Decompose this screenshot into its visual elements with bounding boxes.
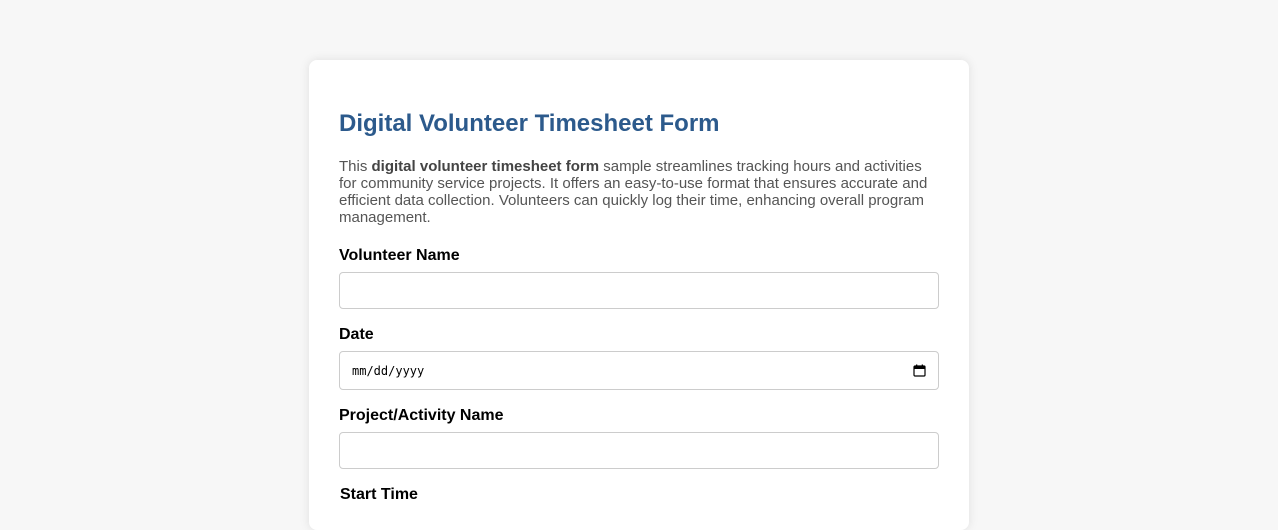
form-description: This digital volunteer timesheet form sa…: [339, 158, 939, 226]
date-input[interactable]: mm/dd/yyyy: [339, 351, 939, 390]
project-name-input[interactable]: [339, 432, 939, 469]
calendar-icon[interactable]: [913, 364, 926, 377]
description-prefix: This: [339, 158, 372, 175]
date-label: Date: [339, 326, 374, 343]
description-bold: digital volunteer timesheet form: [371, 158, 600, 175]
date-placeholder: mm/dd/yyyy: [352, 363, 425, 378]
project-name-label: Project/Activity Name: [339, 407, 504, 424]
form-title: Digital Volunteer Timesheet Form: [339, 110, 720, 137]
start-time-label: Start Time: [340, 486, 418, 503]
form-card: Digital Volunteer Timesheet Form This di…: [309, 60, 969, 530]
volunteer-name-label: Volunteer Name: [339, 247, 460, 264]
volunteer-name-input[interactable]: [339, 272, 939, 309]
